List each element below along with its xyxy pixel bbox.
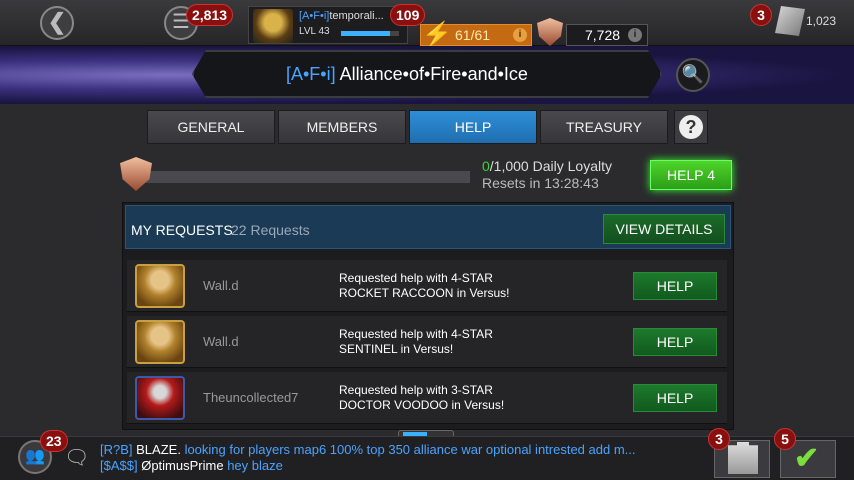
- daily-loyalty-bar: [146, 171, 470, 183]
- loyalty-value: 7,728: [585, 27, 621, 43]
- reset-timer: Resets in 13:28:43: [482, 175, 599, 191]
- checkmark-icon: ✔: [794, 442, 820, 475]
- tab-general[interactable]: GENERAL: [147, 110, 275, 144]
- units-value: 1,023: [806, 14, 837, 28]
- help-question-button[interactable]: ?: [674, 110, 708, 144]
- alliance-help-screen: { "top_bar": { "back_icon": "chevron-lef…: [0, 0, 854, 480]
- daily-loyalty-text: 0/1,000 Daily Loyalty: [482, 158, 612, 174]
- list-item: Wall.d Requested help with 4-STAR SENTINE…: [127, 316, 727, 368]
- people-icon: 👥: [25, 448, 45, 465]
- player-level: LVL 43: [299, 26, 330, 37]
- requester-name: Wall.d: [203, 278, 239, 293]
- chat-message: [R?B] BLAZE. looking for players map6 10…: [100, 442, 636, 457]
- info-icon[interactable]: i: [513, 28, 527, 42]
- requester-name: Wall.d: [203, 334, 239, 349]
- help-all-button[interactable]: HELP 4: [650, 160, 732, 190]
- view-details-button[interactable]: VIEW DETAILS: [603, 214, 725, 244]
- chat-message: [$A$$] ØptimusPrime hey blaze: [100, 458, 283, 473]
- list-item: Wall.d Requested help with 4-STAR ROCKET …: [127, 260, 727, 312]
- info-icon[interactable]: i: [628, 28, 642, 42]
- search-button[interactable]: 🔍: [676, 58, 710, 92]
- help-button[interactable]: HELP: [633, 272, 717, 300]
- chat-bubble-icon[interactable]: 🗨: [64, 445, 89, 470]
- tab-treasury[interactable]: TREASURY: [540, 110, 668, 144]
- search-icon: 🔍: [681, 64, 705, 84]
- quests-badge: 3: [708, 428, 730, 450]
- my-requests-title: MY REQUESTS: [131, 222, 233, 238]
- player-avatar: [253, 9, 293, 43]
- lightning-icon: ⚡: [422, 21, 452, 48]
- xp-fill: [341, 31, 391, 36]
- requests-count: 22 Requests: [231, 222, 310, 238]
- request-text: Requested help with 4-STAR ROCKET RACCOON…: [339, 271, 510, 300]
- tab-members[interactable]: MEMBERS: [278, 110, 406, 144]
- avatar: [135, 376, 185, 420]
- avatar: [135, 264, 185, 308]
- request-text: Requested help with 4-STAR SENTINEL in Ve…: [339, 327, 493, 356]
- player-name: [A•F•i]temporali...: [299, 10, 384, 22]
- xp-bar: [341, 31, 399, 36]
- menu-badge: 2,813: [186, 4, 234, 26]
- clipboard-icon: [728, 442, 758, 474]
- back-button[interactable]: ❮: [40, 6, 74, 40]
- question-icon: ?: [679, 115, 703, 139]
- loyalty-shield-icon: [120, 157, 152, 191]
- alliance-title: [A•F•i] Alliance•of•Fire•and•Ice: [286, 64, 528, 84]
- help-button[interactable]: HELP: [633, 384, 717, 412]
- avatar: [135, 320, 185, 364]
- requester-name: Theuncollected7: [203, 390, 299, 405]
- chevron-left-icon: ❮: [47, 9, 67, 34]
- request-text: Requested help with 3-STAR DOCTOR VOODOO …: [339, 383, 505, 412]
- help-button[interactable]: HELP: [633, 328, 717, 356]
- units-badge: 3: [750, 4, 772, 26]
- player-badge: 109: [390, 4, 426, 26]
- energy-value: 61/61: [455, 27, 491, 43]
- list-item: Theuncollected7 Requested help with 3-ST…: [127, 372, 727, 424]
- tab-help[interactable]: HELP: [409, 110, 537, 144]
- claims-badge: 5: [774, 428, 796, 450]
- player-profile[interactable]: [A•F•i]temporali... LVL 43: [248, 6, 408, 44]
